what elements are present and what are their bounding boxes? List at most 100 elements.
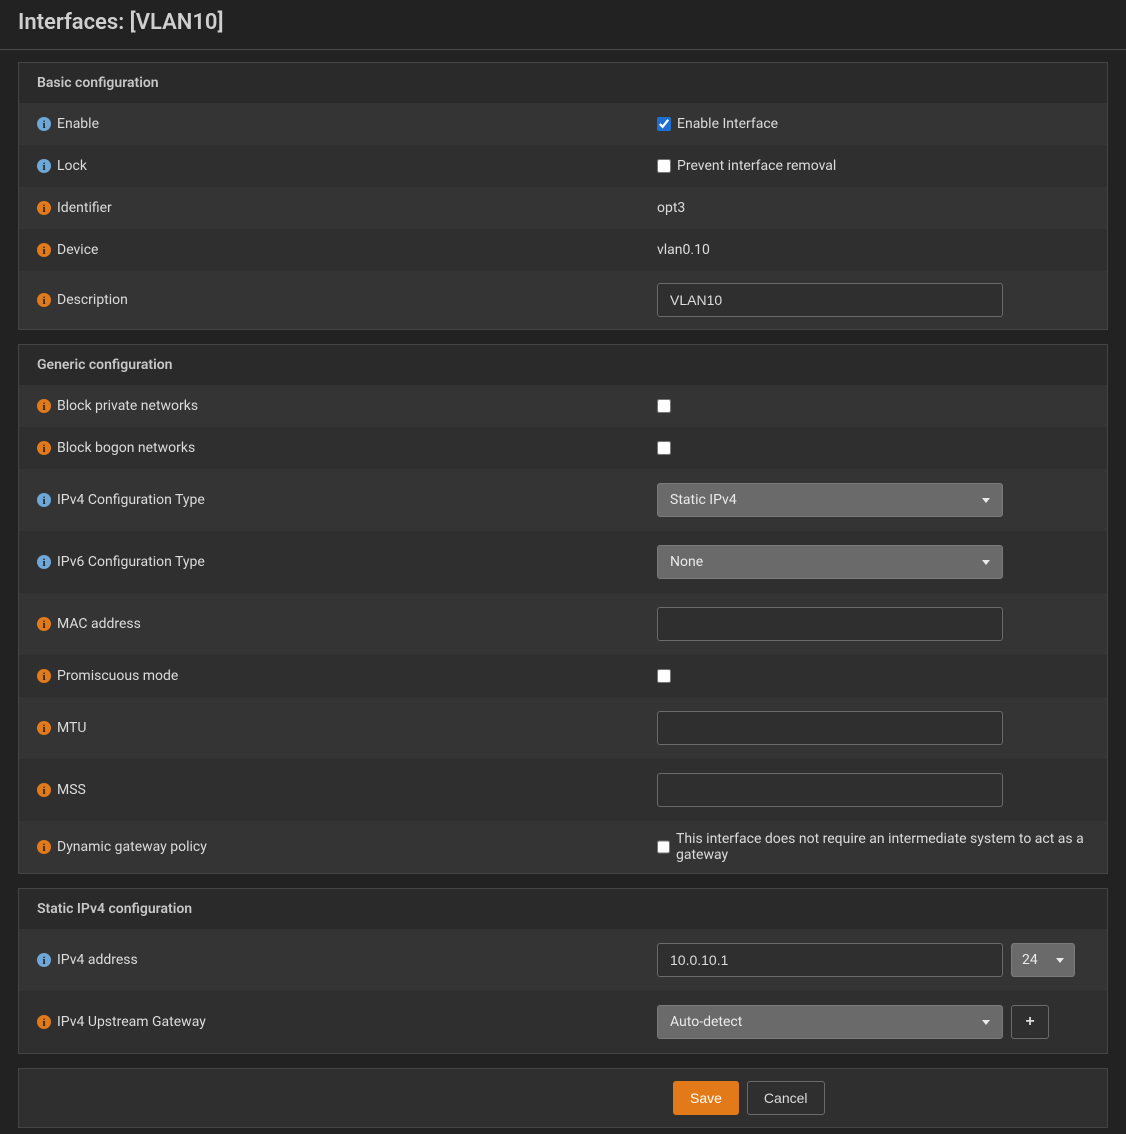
row-description: i Description — [19, 271, 1107, 329]
mtu-input[interactable] — [657, 711, 1003, 745]
ipv6-cfg-select[interactable]: None — [657, 545, 1003, 579]
row-lock: i Lock Prevent interface removal — [19, 145, 1107, 187]
row-ipv4-addr: i IPv4 address 24 — [19, 929, 1107, 991]
info-icon[interactable]: i — [37, 201, 51, 215]
caret-down-icon — [982, 560, 990, 565]
block-bogon-checkbox[interactable] — [657, 441, 671, 455]
mac-input[interactable] — [657, 607, 1003, 641]
row-block-private: i Block private networks — [19, 385, 1107, 427]
lock-label: Lock — [57, 158, 87, 174]
info-icon[interactable]: i — [37, 159, 51, 173]
dyn-gw-checkbox-label: This interface does not require an inter… — [676, 831, 1089, 863]
promisc-label: Promiscuous mode — [57, 668, 178, 684]
svg-text:i: i — [42, 842, 45, 854]
svg-text:i: i — [42, 1017, 45, 1029]
promisc-checkbox[interactable] — [657, 669, 671, 683]
info-icon[interactable]: i — [37, 1015, 51, 1029]
ipv4-cfg-value: Static IPv4 — [670, 492, 737, 508]
svg-text:i: i — [42, 161, 45, 173]
row-mtu: i MTU — [19, 697, 1107, 759]
mac-label: MAC address — [57, 616, 141, 632]
svg-text:i: i — [42, 443, 45, 455]
mss-input[interactable] — [657, 773, 1003, 807]
row-mss: i MSS — [19, 759, 1107, 821]
enable-checkbox[interactable] — [657, 117, 671, 131]
block-private-checkbox[interactable] — [657, 399, 671, 413]
row-device: i Device vlan0.10 — [19, 229, 1107, 271]
identifier-value: opt3 — [657, 200, 685, 216]
info-icon[interactable]: i — [37, 840, 51, 854]
row-ipv6-cfg: i IPv6 Configuration Type None — [19, 531, 1107, 593]
ipv4-gw-select[interactable]: Auto-detect — [657, 1005, 1003, 1039]
panel-static-ipv4: Static IPv4 configuration i IPv4 address… — [18, 888, 1108, 1054]
info-icon[interactable]: i — [37, 783, 51, 797]
panel-header-static-ipv4: Static IPv4 configuration — [19, 889, 1107, 929]
device-value: vlan0.10 — [657, 242, 710, 258]
panel-header-generic: Generic configuration — [19, 345, 1107, 385]
svg-text:i: i — [42, 955, 45, 967]
ipv4-gw-value: Auto-detect — [670, 1014, 742, 1030]
ipv4-cfg-label: IPv4 Configuration Type — [57, 492, 205, 508]
ipv4-cidr-value: 24 — [1022, 952, 1038, 968]
mtu-label: MTU — [57, 720, 86, 736]
info-icon[interactable]: i — [37, 399, 51, 413]
mss-label: MSS — [57, 782, 86, 798]
row-enable: i Enable Enable Interface — [19, 103, 1107, 145]
panel-basic-config: Basic configuration i Enable Enable Inte… — [18, 62, 1108, 330]
info-icon[interactable]: i — [37, 243, 51, 257]
svg-text:i: i — [42, 671, 45, 683]
save-button[interactable]: Save — [673, 1081, 739, 1115]
plus-icon: + — [1025, 1013, 1034, 1031]
ipv4-gw-label: IPv4 Upstream Gateway — [57, 1014, 206, 1030]
caret-down-icon — [982, 1020, 990, 1025]
block-bogon-label: Block bogon networks — [57, 440, 195, 456]
add-gateway-button[interactable]: + — [1011, 1005, 1049, 1039]
info-icon[interactable]: i — [37, 117, 51, 131]
svg-text:i: i — [42, 619, 45, 631]
panel-generic-config: Generic configuration i Block private ne… — [18, 344, 1108, 874]
info-icon[interactable]: i — [37, 493, 51, 507]
dyn-gw-checkbox[interactable] — [657, 840, 670, 854]
info-icon[interactable]: i — [37, 617, 51, 631]
identifier-label: Identifier — [57, 200, 112, 216]
cancel-button[interactable]: Cancel — [747, 1081, 825, 1115]
ipv6-cfg-label: IPv6 Configuration Type — [57, 554, 205, 570]
info-icon[interactable]: i — [37, 669, 51, 683]
ipv6-cfg-value: None — [670, 554, 703, 570]
svg-text:i: i — [42, 295, 45, 307]
ipv4-addr-label: IPv4 address — [57, 952, 138, 968]
svg-text:i: i — [42, 203, 45, 215]
svg-text:i: i — [42, 495, 45, 507]
info-icon[interactable]: i — [37, 293, 51, 307]
svg-text:i: i — [42, 785, 45, 797]
info-icon[interactable]: i — [37, 555, 51, 569]
actions-bar: Save Cancel — [18, 1068, 1108, 1128]
svg-text:i: i — [42, 723, 45, 735]
row-identifier: i Identifier opt3 — [19, 187, 1107, 229]
info-icon[interactable]: i — [37, 953, 51, 967]
info-icon[interactable]: i — [37, 721, 51, 735]
svg-text:i: i — [42, 119, 45, 131]
ipv4-cfg-select[interactable]: Static IPv4 — [657, 483, 1003, 517]
row-ipv4-cfg: i IPv4 Configuration Type Static IPv4 — [19, 469, 1107, 531]
page-title: Interfaces: [VLAN10] — [0, 6, 1126, 50]
device-label: Device — [57, 242, 98, 258]
dyn-gw-label: Dynamic gateway policy — [57, 839, 207, 855]
row-promisc: i Promiscuous mode — [19, 655, 1107, 697]
enable-checkbox-label: Enable Interface — [677, 116, 778, 132]
svg-text:i: i — [42, 401, 45, 413]
lock-checkbox[interactable] — [657, 159, 671, 173]
lock-checkbox-label: Prevent interface removal — [677, 158, 836, 174]
info-icon[interactable]: i — [37, 441, 51, 455]
row-block-bogon: i Block bogon networks — [19, 427, 1107, 469]
enable-label: Enable — [57, 116, 99, 132]
row-mac: i MAC address — [19, 593, 1107, 655]
description-input[interactable] — [657, 283, 1003, 317]
description-label: Description — [57, 292, 128, 308]
block-private-label: Block private networks — [57, 398, 198, 414]
svg-text:i: i — [42, 557, 45, 569]
caret-down-icon — [1056, 958, 1064, 963]
row-dyn-gw: i Dynamic gateway policy This interface … — [19, 821, 1107, 873]
ipv4-cidr-select[interactable]: 24 — [1011, 943, 1075, 977]
ipv4-addr-input[interactable] — [657, 943, 1003, 977]
